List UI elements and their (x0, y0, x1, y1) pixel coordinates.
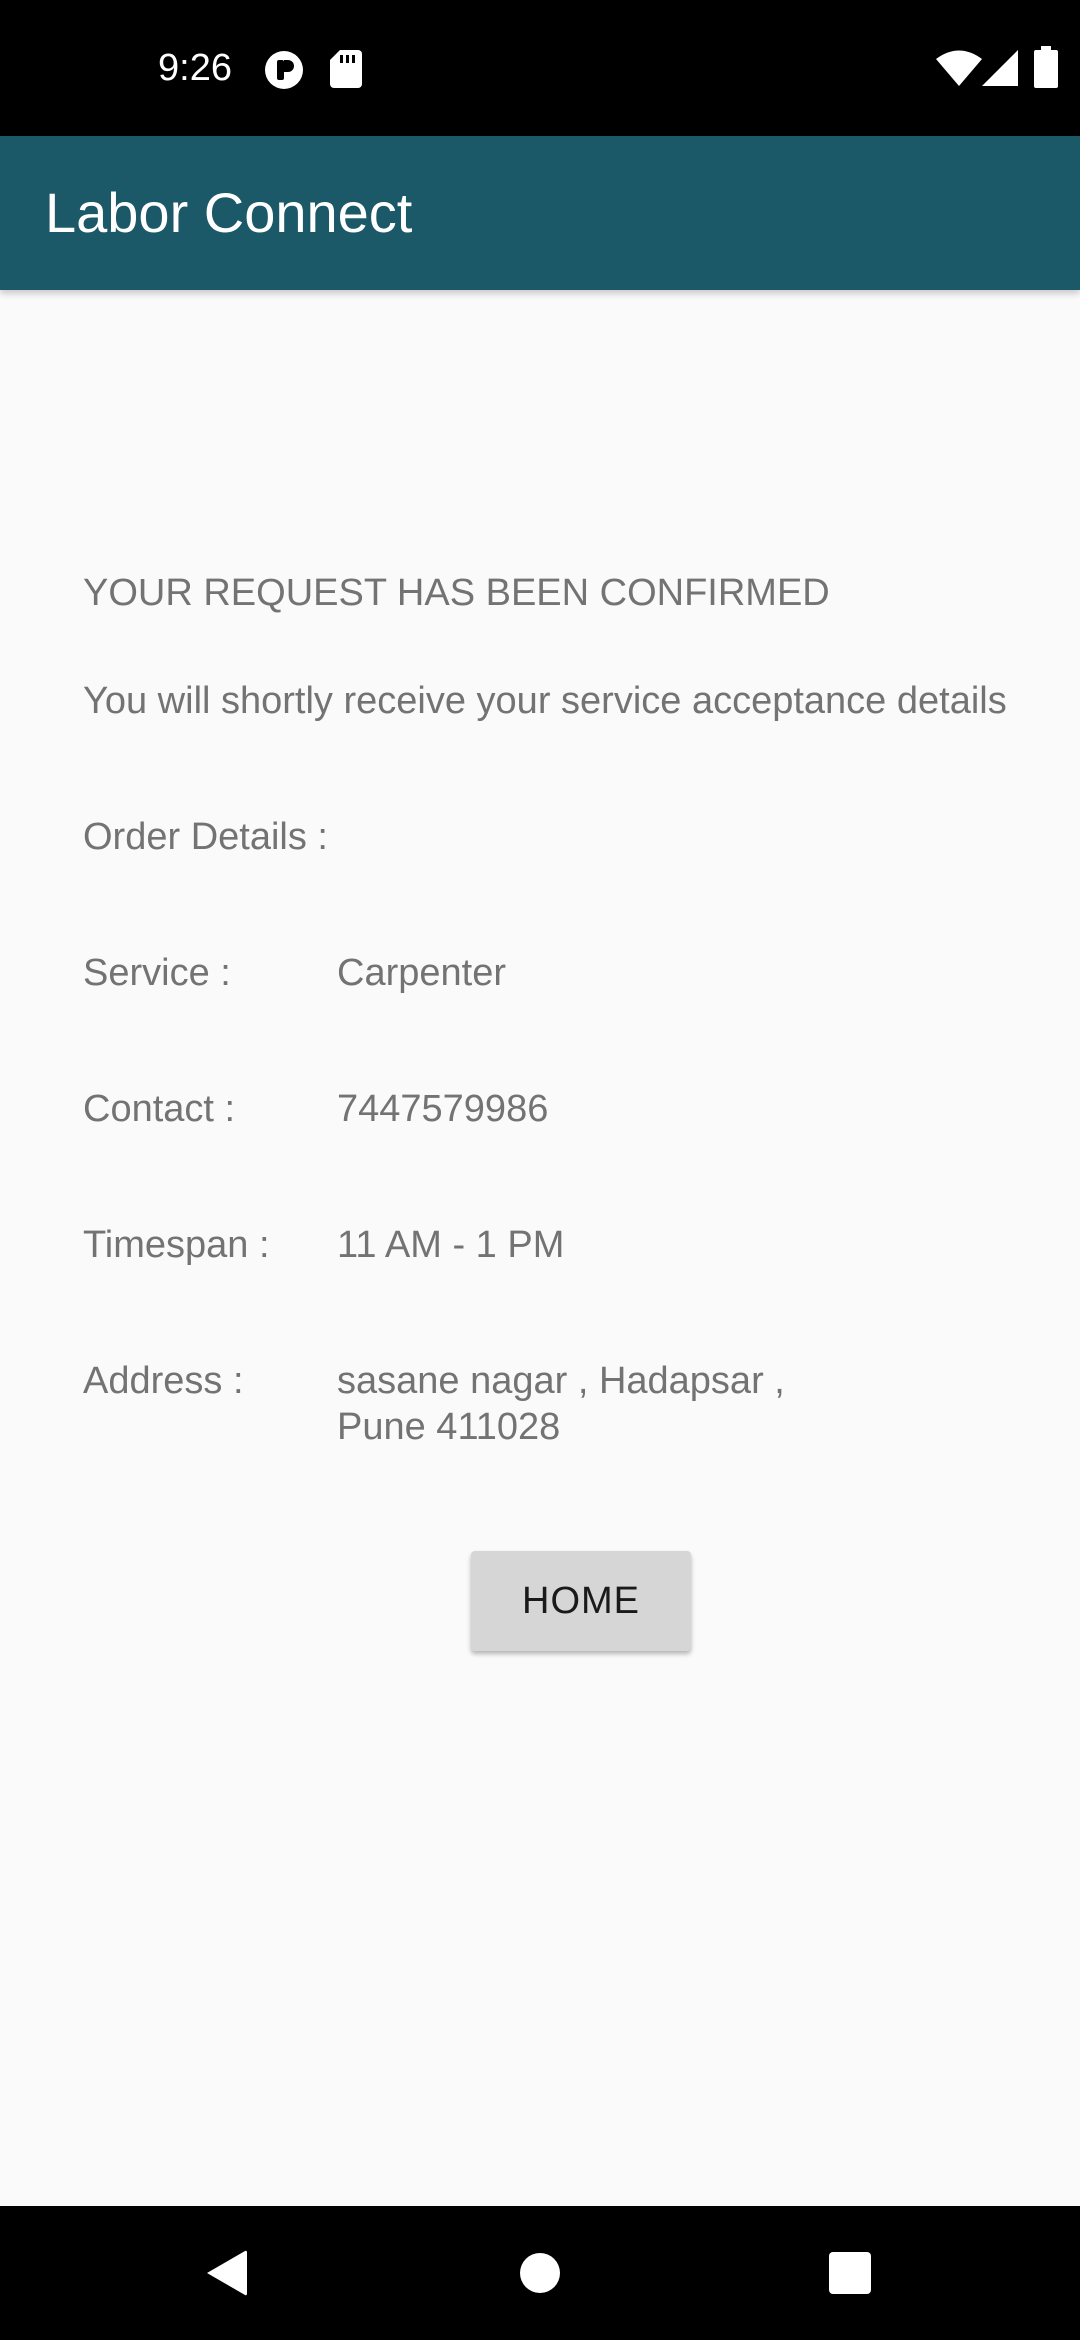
order-details-label: Order Details : (83, 816, 328, 858)
confirmation-screen: 9:26 Labor Connect YOUR REQUEST HAS BEEN… (0, 0, 1080, 2340)
home-icon (520, 2253, 560, 2293)
contact-value: 7447579986 (337, 1088, 549, 1130)
navigation-bar (0, 2206, 1080, 2340)
nav-back-button[interactable] (146, 2206, 306, 2340)
contact-label: Contact : (83, 1088, 236, 1130)
sd-card-icon (330, 50, 362, 88)
status-time: 9:26 (158, 47, 232, 89)
status-bar: 9:26 (0, 0, 1080, 136)
address-value: sasane nagar , Hadapsar , Pune 411028 (337, 1360, 785, 1448)
app-title: Labor Connect (45, 181, 413, 244)
nav-home-button[interactable] (460, 2206, 620, 2340)
cellular-signal-icon (982, 50, 1018, 86)
timespan-label: Timespan : (83, 1224, 270, 1266)
confirmation-message: You will shortly receive your service ac… (83, 680, 1007, 722)
notification-app-icon (265, 51, 303, 89)
app-bar: Labor Connect (0, 136, 1080, 290)
battery-icon (1034, 46, 1058, 88)
home-button[interactable]: HOME (471, 1551, 691, 1651)
recents-icon (829, 2252, 871, 2294)
wifi-icon (936, 50, 982, 86)
back-icon (207, 2250, 247, 2296)
address-label: Address : (83, 1360, 244, 1402)
confirmation-heading: YOUR REQUEST HAS BEEN CONFIRMED (83, 572, 830, 614)
nav-recents-button[interactable] (770, 2206, 930, 2340)
timespan-value: 11 AM - 1 PM (337, 1224, 565, 1266)
service-value: Carpenter (337, 952, 506, 994)
service-label: Service : (83, 952, 231, 994)
